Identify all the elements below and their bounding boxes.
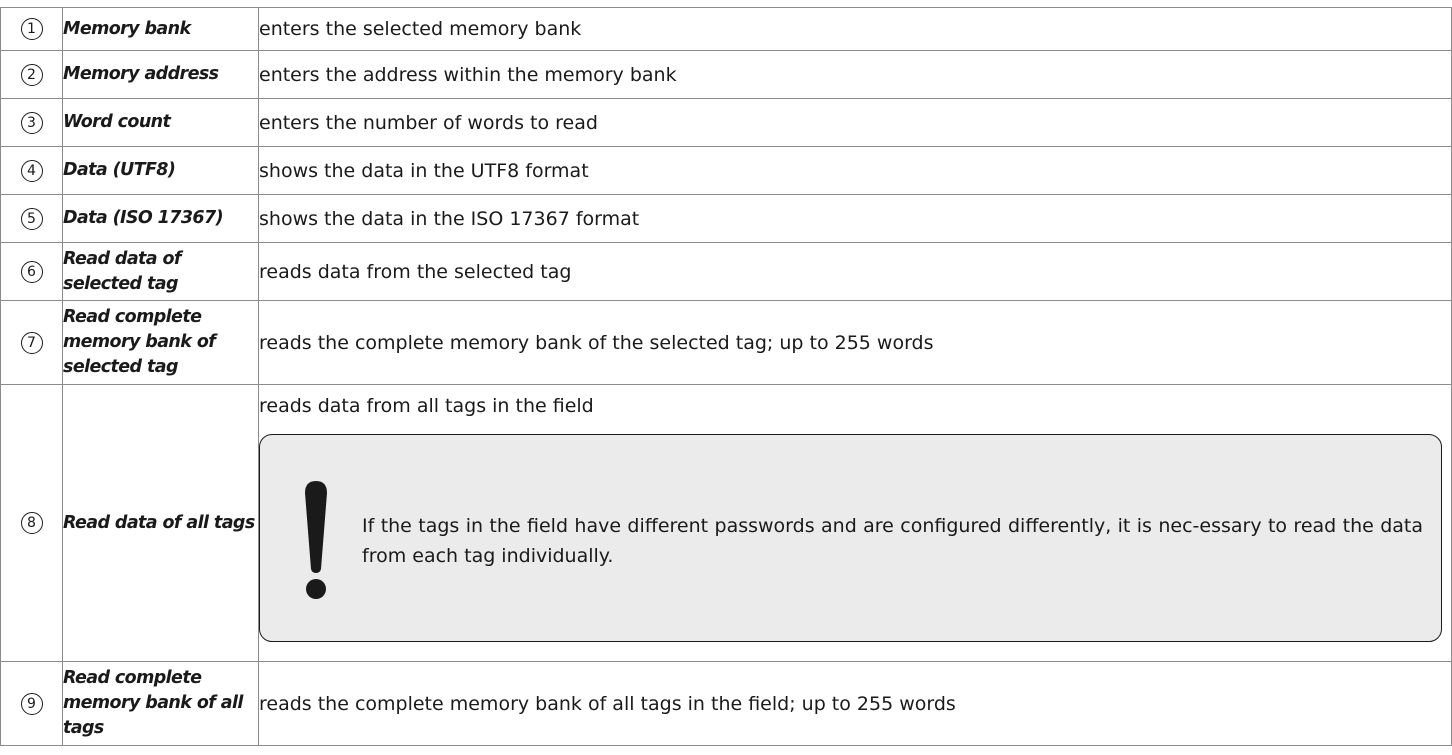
table-row: 6 Read data of selected tag reads data f… xyxy=(0,242,1452,301)
function-table: 1 Memory bank enters the selected memory… xyxy=(0,7,1452,746)
row-number-cell: 2 xyxy=(0,50,63,99)
table-row: 9 Read complete memory bank of all tags … xyxy=(0,661,1452,746)
table-row: 4 Data (UTF8) shows the data in the UTF8… xyxy=(0,146,1452,195)
row-number-cell: 7 xyxy=(0,300,63,385)
function-name: Read complete memory bank of selected ta… xyxy=(62,300,259,385)
function-name: Read data of selected tag xyxy=(62,242,259,301)
table-row: 2 Memory address enters the address with… xyxy=(0,50,1452,99)
circled-number-3: 3 xyxy=(20,111,43,134)
function-name: Read complete memory bank of all tags xyxy=(62,661,259,746)
function-name: Memory address xyxy=(62,50,259,99)
circled-number-6: 6 xyxy=(20,260,43,283)
circled-number-7: 7 xyxy=(20,331,43,354)
function-name: Read data of all tags xyxy=(62,384,259,662)
row-number-cell: 9 xyxy=(0,661,63,746)
circled-number-9: 9 xyxy=(20,692,43,715)
row-number-cell: 1 xyxy=(0,7,63,51)
row-number-cell: 5 xyxy=(0,194,63,243)
function-description: enters the selected memory bank xyxy=(258,7,1452,51)
function-description: reads the complete memory bank of the se… xyxy=(258,300,1452,385)
function-name: Word count xyxy=(62,98,259,147)
row-number-cell: 8 xyxy=(0,384,63,662)
note-text: If the tags in the field have different … xyxy=(362,515,1423,567)
table-row: 5 Data (ISO 17367) shows the data in the… xyxy=(0,194,1452,243)
function-name: Data (ISO 17367) xyxy=(62,194,259,243)
circled-number-8: 8 xyxy=(20,512,43,534)
table-row: 7 Read complete memory bank of selected … xyxy=(0,300,1452,385)
function-description: shows the data in the UTF8 format xyxy=(258,146,1452,195)
row-number-cell: 6 xyxy=(0,242,63,301)
circled-number-4: 4 xyxy=(20,159,43,182)
row-number-cell: 3 xyxy=(0,98,63,147)
exclamation-icon xyxy=(305,481,327,599)
table-row: 3 Word count enters the number of words … xyxy=(0,98,1452,147)
function-description: enters the number of words to read xyxy=(258,98,1452,147)
circled-number-2: 2 xyxy=(20,63,43,86)
function-description: enters the address within the memory ban… xyxy=(258,50,1452,99)
function-name: Memory bank xyxy=(62,7,259,51)
table-row: 1 Memory bank enters the selected memory… xyxy=(0,7,1452,51)
circled-number-1: 1 xyxy=(20,18,43,40)
function-description: reads data from the selected tag xyxy=(258,242,1452,301)
warning-note: If the tags in the field have different … xyxy=(259,434,1442,642)
circled-number-5: 5 xyxy=(20,207,43,230)
function-description: shows the data in the ISO 17367 format xyxy=(258,194,1452,243)
function-description: reads data from all tags in the field xyxy=(259,395,594,417)
function-description: reads the complete memory bank of all ta… xyxy=(258,661,1452,746)
table-row: 8 Read data of all tags reads data from … xyxy=(0,384,1452,662)
function-description-cell: reads data from all tags in the field If… xyxy=(258,384,1452,662)
row-number-cell: 4 xyxy=(0,146,63,195)
function-name: Data (UTF8) xyxy=(62,146,259,195)
